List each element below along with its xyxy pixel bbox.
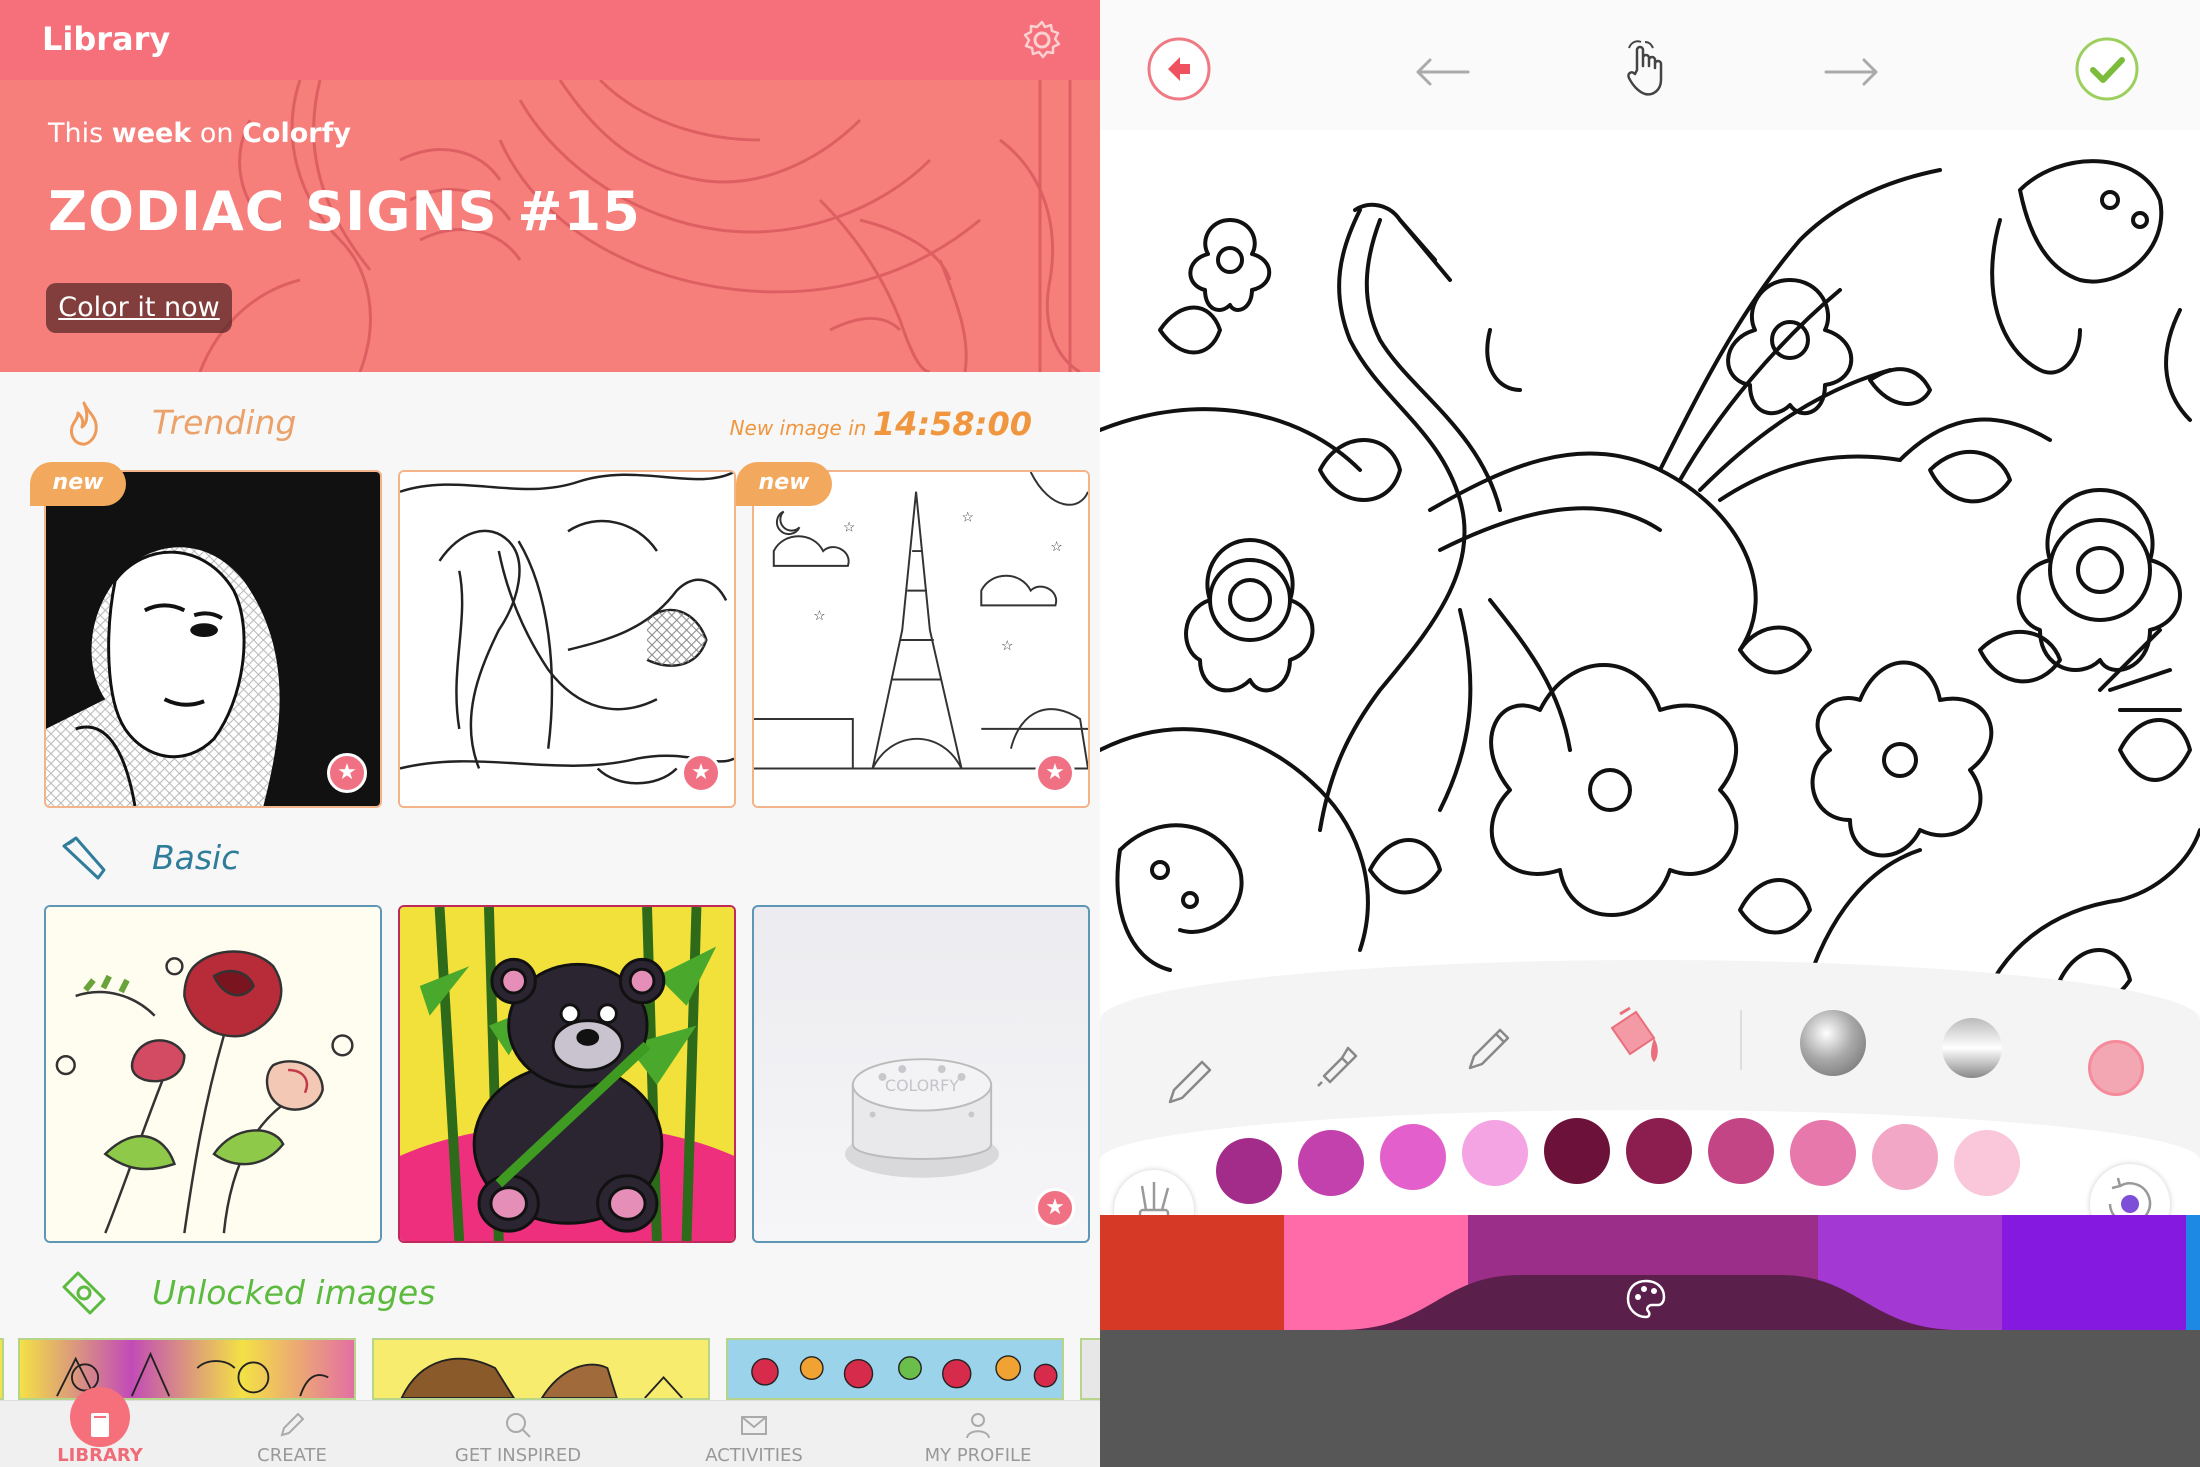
- pen-icon[interactable]: [1460, 1020, 1518, 1078]
- trending-label: Trending: [152, 403, 297, 442]
- coloring-pane: [1100, 0, 2200, 1467]
- metallic-sphere-icon[interactable]: [1942, 1018, 2002, 1078]
- svg-text:☆: ☆: [813, 608, 825, 624]
- basic-card-bear[interactable]: [398, 905, 736, 1243]
- new-badge: new: [736, 462, 832, 506]
- color-swatch[interactable]: [1790, 1120, 1856, 1186]
- color-tool-panel: [1100, 960, 2200, 1250]
- library-pane: Library This week on Colorfy ZODIAC SIGN…: [0, 0, 1100, 1467]
- new-image-countdown: New image in 14:58:00: [729, 405, 1032, 443]
- palette-selector[interactable]: [1100, 1215, 2200, 1330]
- svg-text:☆: ☆: [843, 519, 855, 535]
- bottom-tab-bar: LIBRARY CREATE GET INSPIRED ACTIVITIES M…: [0, 1387, 1100, 1467]
- search-icon: [506, 1413, 531, 1438]
- tab-get-inspired[interactable]: GET INSPIRED: [418, 1401, 618, 1467]
- svg-text:COLORFY: COLORFY: [885, 1076, 959, 1095]
- color-swatch[interactable]: [1708, 1118, 1774, 1184]
- trending-section-header: Trending New image in 14:58:00: [0, 383, 1100, 463]
- silver-sphere-icon[interactable]: [1800, 1010, 1866, 1076]
- book-icon: [91, 1413, 109, 1437]
- tab-activities[interactable]: ACTIVITIES: [664, 1401, 844, 1467]
- tab-my-profile[interactable]: MY PROFILE: [888, 1401, 1068, 1467]
- screen: Library This week on Colorfy ZODIAC SIGN…: [0, 0, 2200, 1467]
- svg-text:☆: ☆: [962, 509, 974, 525]
- top-bar: Library: [0, 0, 1100, 80]
- flower-pattern-artwork: [751, 1355, 1058, 1389]
- color-swatch[interactable]: [1216, 1138, 1282, 1204]
- basic-card-roses[interactable]: [44, 905, 382, 1243]
- basic-section-header: Basic: [0, 818, 1100, 898]
- roses-artwork: [46, 907, 380, 1241]
- unlocked-card-portrait[interactable]: [372, 1338, 710, 1400]
- unlocked-section-header: Unlocked images: [0, 1253, 1100, 1333]
- bottom-area: [1100, 1330, 2200, 1467]
- cake-placeholder-artwork: COLORFY: [844, 1058, 1000, 1178]
- unlocked-card-flowers[interactable]: [726, 1338, 1064, 1400]
- pencil-tag-icon: [62, 836, 106, 880]
- redo-icon[interactable]: [1818, 36, 1884, 102]
- editor-toolbar: [1100, 0, 2200, 130]
- pink-swatch-icon[interactable]: [2088, 1040, 2144, 1096]
- envelope-icon: [741, 1416, 767, 1435]
- favorite-star-icon[interactable]: ★: [681, 753, 721, 793]
- favorite-star-icon[interactable]: ★: [327, 753, 367, 793]
- trending-card-eiffel[interactable]: ☆ ☆ ☆ ☆ ☆: [752, 470, 1090, 808]
- color-it-now-button[interactable]: Color it now: [46, 283, 232, 333]
- color-swatch[interactable]: [1626, 1118, 1692, 1184]
- floral-bird-line-art: [1100, 159, 2200, 1010]
- svg-text:☆: ☆: [1001, 638, 1013, 654]
- tab-library[interactable]: LIBRARY: [20, 1387, 180, 1467]
- unlocked-card-partial[interactable]: [1080, 1338, 1100, 1400]
- banner-subtitle: This week on Colorfy: [48, 118, 351, 149]
- flame-icon: [70, 401, 98, 446]
- eiffel-tower-artwork: ☆ ☆ ☆ ☆ ☆: [754, 472, 1088, 806]
- undo-icon[interactable]: [1410, 36, 1476, 102]
- person-icon: [966, 1413, 990, 1439]
- page-title: Library: [42, 20, 171, 58]
- paint-bucket-icon[interactable]: [1600, 1006, 1670, 1076]
- svg-text:☆: ☆: [1050, 539, 1062, 555]
- color-swatch[interactable]: [1462, 1120, 1528, 1186]
- tool-divider: [1740, 1010, 1742, 1070]
- mermaid-artwork: [400, 472, 734, 806]
- tab-create[interactable]: CREATE: [212, 1401, 372, 1467]
- panda-bear-artwork: [400, 907, 734, 1241]
- party-artwork: [56, 1351, 329, 1397]
- favorite-star-icon[interactable]: ★: [1035, 1188, 1075, 1228]
- banner-title: ZODIAC SIGNS #15: [48, 180, 641, 243]
- marker-icon[interactable]: [1308, 1036, 1366, 1094]
- color-swatch[interactable]: [1872, 1124, 1938, 1190]
- basic-card-cake[interactable]: COLORFY: [752, 905, 1090, 1243]
- gear-icon[interactable]: [1018, 16, 1066, 64]
- color-swatch[interactable]: [1954, 1130, 2020, 1196]
- basic-label: Basic: [152, 838, 240, 877]
- pencil-icon: [280, 1412, 305, 1437]
- featured-banner[interactable]: This week on Colorfy ZODIAC SIGNS #15 Co…: [0, 80, 1100, 372]
- color-swatch[interactable]: [1380, 1124, 1446, 1190]
- unlocked-label: Unlocked images: [152, 1273, 436, 1312]
- new-badge: new: [30, 462, 126, 506]
- portrait-artwork: [400, 1357, 683, 1398]
- checkmark-icon[interactable]: [2074, 36, 2140, 102]
- favorite-star-icon[interactable]: ★: [1035, 753, 1075, 793]
- unlocked-tag-icon: [62, 1271, 106, 1315]
- palette-icon: [1626, 1279, 1666, 1319]
- trending-card-mermaid[interactable]: [398, 470, 736, 808]
- pencil-icon[interactable]: [1160, 1052, 1218, 1110]
- woman-portrait-artwork: [46, 472, 380, 806]
- hand-pointer-icon[interactable]: [1615, 36, 1681, 102]
- trending-card-woman[interactable]: [44, 470, 382, 808]
- unlocked-card-party[interactable]: [18, 1338, 356, 1400]
- color-swatch[interactable]: [1298, 1130, 1364, 1196]
- coloring-canvas[interactable]: [1100, 130, 2200, 1010]
- back-arrow-icon[interactable]: [1146, 36, 1212, 102]
- unlocked-card-partial[interactable]: [0, 1338, 4, 1400]
- color-swatch[interactable]: [1544, 1118, 1610, 1184]
